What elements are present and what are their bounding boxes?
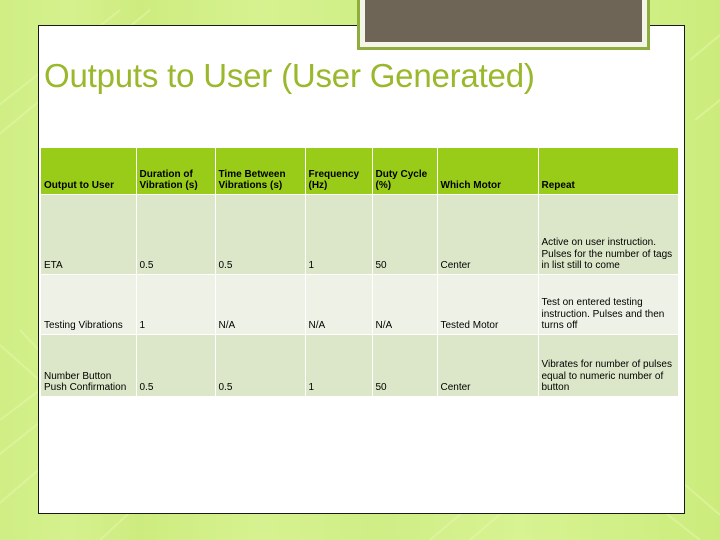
column-header-which-motor: Which Motor: [437, 148, 539, 195]
cell-output-to-user: Number Button Push Confirmation: [41, 334, 137, 397]
cell-duration-of-vibration: 1: [136, 274, 216, 335]
cell-time-between-vibrations: N/A: [215, 274, 306, 335]
column-header-duty-cycle: Duty Cycle (%): [372, 148, 438, 195]
table-row: Number Button Push Confirmation 0.5 0.5 …: [41, 334, 679, 397]
decorative-header-block-inner: [360, 0, 647, 47]
slide: Outputs to User (User Generated) Output …: [0, 0, 720, 540]
column-header-repeat: Repeat: [538, 148, 679, 195]
cell-frequency: 1: [305, 334, 373, 397]
outputs-table-container: Output to User Duration of Vibration (s)…: [41, 148, 679, 397]
table-row: ETA 0.5 0.5 1 50 Center Active on user i…: [41, 194, 679, 275]
cell-duty-cycle: 50: [372, 194, 438, 275]
cell-which-motor: Tested Motor: [437, 274, 539, 335]
cell-repeat: Active on user instruction. Pulses for t…: [538, 194, 679, 275]
cell-time-between-vibrations: 0.5: [215, 194, 306, 275]
cell-duty-cycle: N/A: [372, 274, 438, 335]
cell-which-motor: Center: [437, 334, 539, 397]
table-header-row: Output to User Duration of Vibration (s)…: [41, 148, 679, 195]
cell-frequency: 1: [305, 194, 373, 275]
column-header-frequency: Frequency (Hz): [305, 148, 373, 195]
cell-time-between-vibrations: 0.5: [215, 334, 306, 397]
cell-duration-of-vibration: 0.5: [136, 194, 216, 275]
cell-which-motor: Center: [437, 194, 539, 275]
decorative-header-block: [357, 0, 650, 50]
column-header-duration-of-vibration: Duration of Vibration (s): [136, 148, 216, 195]
cell-duty-cycle: 50: [372, 334, 438, 397]
column-header-output-to-user: Output to User: [41, 148, 137, 195]
table-row: Testing Vibrations 1 N/A N/A N/A Tested …: [41, 274, 679, 335]
cell-output-to-user: ETA: [41, 194, 137, 275]
cell-frequency: N/A: [305, 274, 373, 335]
page-title: Outputs to User (User Generated): [44, 57, 535, 94]
column-header-time-between-vibrations: Time Between Vibrations (s): [215, 148, 306, 195]
cell-duration-of-vibration: 0.5: [136, 334, 216, 397]
outputs-table: Output to User Duration of Vibration (s)…: [41, 148, 679, 397]
decorative-header-block-fill: [365, 0, 642, 42]
cell-repeat: Test on entered testing instruction. Pul…: [538, 274, 679, 335]
cell-repeat: Vibrates for number of pulses equal to n…: [538, 334, 679, 397]
cell-output-to-user: Testing Vibrations: [41, 274, 137, 335]
